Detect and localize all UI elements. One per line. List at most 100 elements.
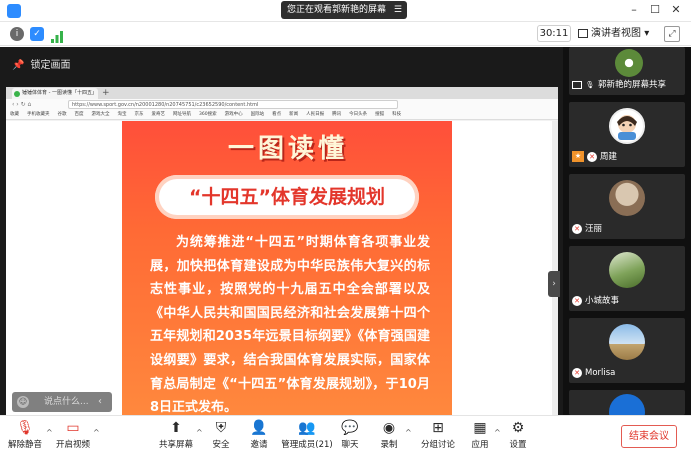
bookmark-item: 爱奇艺	[151, 112, 166, 117]
participant-tile[interactable]: ✕ 小城故事	[569, 246, 685, 311]
muted-microphone-icon: ✕	[572, 223, 582, 234]
participant-name: 周建	[600, 152, 618, 162]
participant-name: 汪丽	[585, 224, 603, 234]
browser-page: 一图读懂 “十四五”体育发展规划 为统筹推进“十四五”时期体育各项事业发展，加快…	[6, 121, 558, 433]
start-video-button[interactable]: ▭ 开启视频	[48, 419, 98, 451]
invite-button[interactable]: 👤 邀请	[234, 419, 284, 451]
menu-icon[interactable]: ☰	[394, 1, 402, 19]
shared-browser-window: 锤锤体体育 - 一图读懂「十四五」 + ‹ › ↻ ⌂ https://www.…	[6, 87, 558, 433]
poster: 一图读懂 “十四五”体育发展规划 为统筹推进“十四五”时期体育各项事业发展，加快…	[122, 121, 452, 433]
chevron-up-icon[interactable]: ^	[405, 428, 412, 437]
chevron-up-icon[interactable]: ^	[93, 428, 100, 437]
avatar	[609, 108, 645, 144]
info-icon[interactable]: i	[10, 27, 24, 41]
meeting-toolbar: 🎙 解除静音 ^ ▭ 开启视频 ^ ⬆ 共享屏幕 ^ ⛨ 安全 👤 邀请 👥 管…	[0, 415, 691, 456]
bookmark-item: 新闻	[289, 112, 299, 117]
bookmark-item: 国际站	[250, 112, 265, 117]
host-badge-icon: ★	[572, 151, 584, 162]
fullscreen-icon[interactable]: ⤢	[664, 26, 680, 42]
participant-name-row: ✕ 小城故事	[572, 294, 619, 308]
participant-name: 郭新艳的屏幕共享	[598, 80, 667, 90]
browser-tab-title: 锤锤体体育 - 一图读懂「十四五」	[22, 90, 97, 96]
gallery-toggle-button[interactable]: ›	[548, 271, 560, 297]
muted-microphone-icon: ✕	[572, 295, 582, 306]
settings-button[interactable]: ⚙ 设置	[493, 419, 543, 451]
bookmark-item: 网址导航	[173, 112, 191, 117]
participant-name-row: ✕ 汪丽	[572, 222, 602, 236]
bookmark-item: 收藏	[10, 112, 19, 117]
participant-name-row: ✕ Morlisa	[572, 366, 615, 380]
signal-icon[interactable]	[51, 28, 63, 43]
participant-tile[interactable]: ✕ Morlisa	[569, 318, 685, 383]
bookmark-item: 淘宝	[117, 112, 127, 117]
bookmark-item: 腾讯	[332, 112, 342, 117]
browser-nav-icons: ‹ › ↻ ⌂	[12, 101, 32, 108]
shield-icon: ⛨	[215, 420, 227, 436]
close-icon[interactable]: ✕	[669, 3, 683, 17]
microphone-icon: 🎙	[585, 80, 595, 89]
gear-icon: ⚙	[511, 420, 525, 436]
site-favicon-icon	[14, 91, 20, 97]
bookmark-item: 游戏中心	[224, 112, 243, 117]
sharing-banner-text: 您正在观看郭新艳的屏幕	[287, 5, 387, 15]
video-off-icon: ▭	[66, 420, 80, 436]
meeting-window: 您正在观看郭新艳的屏幕 ☰ – ☐ ✕ i ✓ 30:11 演讲者视图 ▾ ⤢ …	[0, 0, 691, 456]
bookmark-item: 360搜索	[199, 112, 217, 117]
participant-name: Morlisa	[585, 368, 616, 378]
browser-tab: 锤锤体体育 - 一图读懂「十四五」	[12, 88, 98, 99]
flower-avatar	[615, 49, 643, 77]
bookmark-item: 搜狐	[375, 112, 385, 117]
participant-name: 小城故事	[585, 296, 620, 306]
pin-icon: 📌	[12, 60, 25, 71]
poster-body-text: 为统筹推进“十四五”时期体育各项事业发展，加快把体育建设成为中华民族伟大复兴的标…	[150, 235, 430, 416]
unmute-label: 解除静音	[7, 440, 42, 450]
end-meeting-button[interactable]: 结束会议	[621, 425, 677, 448]
bookmark-item: 百度	[74, 112, 84, 117]
participant-tile[interactable]: ✕ 汪丽	[569, 174, 685, 239]
bookmark-item: 手机收藏夹	[27, 112, 50, 117]
participant-tile[interactable]: ★ ✕ 周建	[569, 102, 685, 167]
chevron-left-icon[interactable]: ‹	[98, 392, 102, 412]
shield-icon[interactable]: ✓	[30, 27, 44, 41]
share-screen-label: 共享屏幕	[158, 440, 193, 450]
emoji-icon[interactable]: ☺	[17, 396, 29, 408]
lock-screen-label: 锁定画面	[30, 60, 71, 71]
share-screen-button[interactable]: ⬆ 共享屏幕	[151, 419, 201, 451]
browser-bookmarks-bar: 收藏 手机收藏夹 谷歌 百度 游戏大全 淘宝 京东 爱奇艺 网址导航 360搜索 游戏中心 国际站 看点…	[6, 110, 558, 120]
maximize-icon[interactable]: ☐	[648, 3, 662, 17]
avatar	[609, 394, 645, 415]
poster-title: 一图读懂	[227, 134, 348, 164]
unmute-button[interactable]: 🎙 解除静音	[0, 419, 50, 451]
muted-microphone-icon: ✕	[587, 151, 597, 162]
participant-tile[interactable]	[569, 390, 685, 415]
muted-microphone-icon: ✕	[572, 367, 582, 378]
shared-screen: 📌 锁定画面 锤锤体体育 - 一图读懂「十四五」 + ‹ › ↻ ⌂ https:…	[0, 47, 563, 433]
record-icon: ◉	[382, 420, 396, 436]
bookmark-item: 京东	[134, 112, 144, 117]
participant-gallery: 🎙 郭新艳的屏幕共享 ★ ✕ 周建 ✕ 汪丽 ✕ 小城故事 ✕ Morlisa	[563, 47, 691, 415]
screen-share-icon	[572, 80, 582, 89]
chat-icon: 💬	[341, 420, 359, 436]
start-video-label: 开启视频	[55, 440, 90, 450]
settings-label: 设置	[509, 440, 527, 450]
share-screen-icon: ⬆	[170, 420, 182, 436]
chat-quick-input[interactable]: ☺ 说点什么... ‹	[12, 392, 112, 412]
bookmark-item: 人民日报	[306, 112, 325, 117]
poster-title-box: 一图读懂	[188, 131, 388, 167]
add-user-icon: 👤	[250, 420, 268, 436]
speaker-view-button[interactable]: 演讲者视图 ▾	[578, 25, 656, 42]
speaker-view-label: 演讲者视图	[591, 28, 641, 39]
participant-name-row: 🎙 郭新艳的屏幕共享	[572, 78, 666, 92]
bookmark-item: 游戏大全	[91, 112, 110, 117]
bookmark-item: 科技	[392, 112, 402, 117]
lock-screen-button[interactable]: 📌 锁定画面	[12, 57, 70, 75]
apps-icon: ▦	[473, 420, 487, 436]
minimize-icon[interactable]: –	[627, 3, 641, 17]
app-logo-icon	[7, 4, 21, 18]
bookmark-item: 谷歌	[57, 112, 67, 117]
avatar	[609, 180, 645, 216]
sharing-banner[interactable]: 您正在观看郭新艳的屏幕 ☰	[281, 1, 407, 19]
invite-label: 邀请	[250, 440, 268, 450]
avatar	[609, 252, 645, 288]
participant-tile[interactable]: 🎙 郭新艳的屏幕共享	[569, 47, 685, 95]
